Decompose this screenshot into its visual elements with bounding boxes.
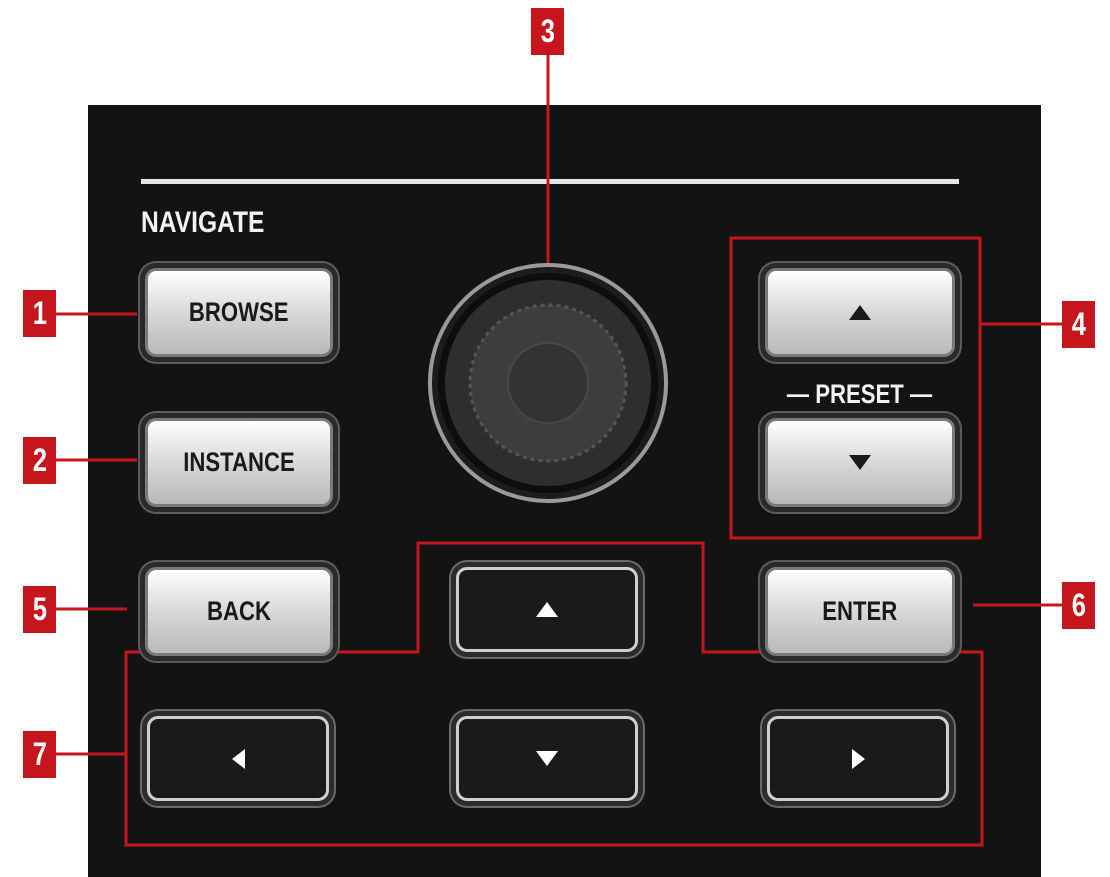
nav-up-button[interactable]: [456, 567, 638, 652]
nav-down-button[interactable]: [456, 716, 638, 801]
nav-left-button[interactable]: [147, 716, 329, 801]
back-button[interactable]: BACK: [145, 567, 333, 656]
callout-6: 6: [1062, 582, 1095, 629]
instance-button-label: INSTANCE: [183, 447, 295, 477]
navigate-encoder-knob[interactable]: [428, 263, 668, 503]
callout-7: 7: [23, 731, 56, 778]
nav-left-arrow-icon: [231, 748, 245, 769]
preset-down-arrow-icon: [849, 455, 871, 470]
browse-button[interactable]: BROWSE: [145, 268, 333, 357]
callout-5: 5: [23, 586, 56, 633]
nav-right-button[interactable]: [767, 716, 949, 801]
back-button-label: BACK: [207, 596, 271, 626]
callout-4: 4: [1062, 301, 1095, 348]
enter-button-label: ENTER: [822, 596, 898, 626]
callout-2: 2: [23, 437, 56, 484]
callout-3: 3: [531, 8, 564, 55]
nav-right-arrow-icon: [851, 748, 865, 769]
callout-1: 1: [23, 290, 56, 337]
preset-up-button[interactable]: [765, 268, 955, 357]
nav-up-arrow-icon: [536, 602, 558, 617]
preset-up-arrow-icon: [849, 305, 871, 320]
preset-down-button[interactable]: [765, 418, 955, 507]
instance-button[interactable]: INSTANCE: [145, 418, 333, 507]
nav-down-arrow-icon: [536, 751, 558, 766]
preset-label: — PRESET —: [787, 379, 933, 409]
enter-button[interactable]: ENTER: [765, 567, 955, 656]
browse-button-label: BROWSE: [189, 297, 289, 327]
